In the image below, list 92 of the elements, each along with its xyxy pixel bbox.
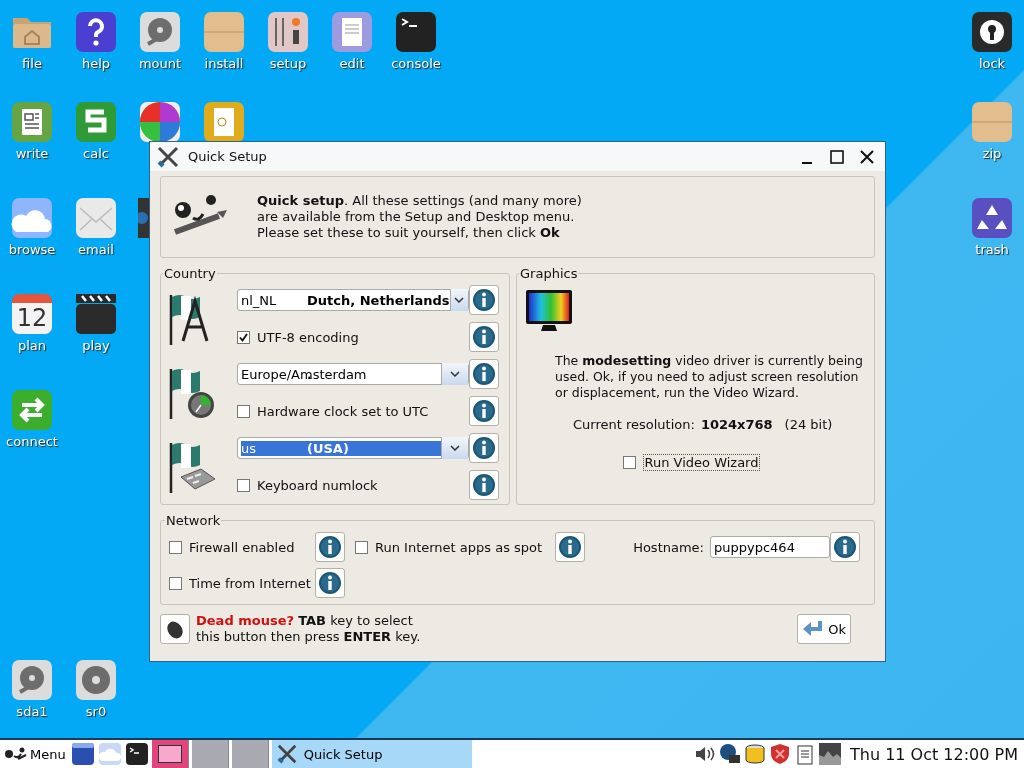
desktop-icon-label[interactable]: file — [22, 56, 42, 71]
window-icon[interactable] — [70, 742, 95, 766]
cloud-icon[interactable] — [10, 196, 54, 240]
desktop-icon-label[interactable]: sda1 — [16, 704, 48, 719]
checkbox[interactable] — [622, 456, 636, 469]
checkbox-label[interactable]: Time from Internet — [189, 575, 311, 591]
info-button[interactable] — [555, 532, 585, 562]
desktop-icon-label[interactable]: mount — [138, 56, 182, 71]
checkbox-label[interactable]: Firewall enabled — [189, 539, 295, 555]
checkbox-label[interactable]: UTF-8 encoding — [257, 329, 359, 345]
dead-mouse-hint: Dead mouse? TAB key to select this button then press ENTER key. — [196, 613, 422, 645]
info-button[interactable] — [830, 532, 860, 562]
resolution-value: 1024x768 — [700, 417, 773, 432]
clock: Thu 11 Oct 12:00 PM — [849, 744, 1019, 764]
desktop-icon-label[interactable]: email — [78, 242, 114, 257]
task-button[interactable]: Quick Setup — [271, 740, 472, 768]
checkbox-label[interactable]: Hardware clock set to UTC — [257, 403, 429, 419]
info-button[interactable] — [315, 532, 345, 562]
desktop-icon-label[interactable]: play — [82, 338, 110, 353]
info-button[interactable] — [469, 359, 499, 389]
checkbox-label[interactable]: Run Internet apps as spot — [375, 539, 543, 555]
clapperboard-icon[interactable] — [74, 292, 118, 336]
info-button[interactable] — [469, 322, 499, 352]
minimize-icon — [802, 161, 812, 164]
cpu-graph-icon[interactable] — [819, 743, 841, 765]
desktop-icon-label[interactable]: connect — [6, 434, 58, 449]
arrows-icon[interactable] — [10, 388, 54, 432]
menu-button[interactable]: Menu — [2, 746, 68, 762]
color-wheel-icon[interactable] — [138, 100, 182, 144]
puppy-logo — [4, 746, 28, 762]
clipboard-icon[interactable] — [794, 743, 816, 765]
checkbox[interactable] — [169, 576, 182, 590]
driver-description: The modesetting video driver is currently being used. Ok, if you need to adjust screen resolution or displacement, run the Video Wizard. — [555, 353, 864, 401]
shield-icon[interactable] — [769, 743, 791, 765]
desktop-icon-label[interactable]: edit — [339, 56, 365, 71]
resolution-label: Current resolution: — [573, 417, 695, 432]
checkbox-label[interactable]: Run Video Wizard — [642, 454, 761, 471]
checkbox-label[interactable]: Keyboard numlock — [257, 477, 378, 493]
terminal-icon[interactable] — [124, 742, 149, 766]
drawing-app-icon[interactable] — [202, 100, 246, 144]
help-icon[interactable] — [74, 10, 118, 54]
checkbox[interactable] — [169, 540, 182, 554]
monitor-icon — [525, 289, 573, 333]
info-button[interactable] — [469, 433, 499, 463]
dropdown[interactable]: Europe/Amsterdam . — [237, 363, 469, 385]
desktop-icon-label[interactable]: plan — [17, 338, 47, 353]
checkbox[interactable] — [237, 478, 250, 492]
group-title: Network — [165, 513, 222, 528]
drive-icon[interactable] — [744, 743, 766, 765]
desktop-icon-label[interactable]: browse — [8, 242, 56, 257]
info-button[interactable] — [469, 470, 499, 500]
color-depth: (24 bit) — [784, 417, 833, 432]
chevron-down-icon — [450, 371, 460, 377]
window-title: Quick Setup — [188, 149, 268, 164]
workspace-button[interactable] — [151, 740, 189, 768]
dropdown[interactable]: us (USA) — [237, 437, 469, 459]
desktop-icon-label[interactable]: help — [81, 56, 111, 71]
info-button[interactable] — [469, 396, 499, 426]
maximize-icon — [829, 148, 845, 165]
calendar-icon[interactable]: 12 — [12, 294, 52, 334]
spreadsheet-icon[interactable] — [74, 100, 118, 144]
intro-text: Quick setup. All these settings (and many more) are available from the Setup and Desktop menu. Please set these to suit yourself, then click Ok — [257, 193, 582, 241]
lock-icon[interactable] — [970, 10, 1014, 54]
ok-button[interactable]: Ok — [797, 614, 851, 644]
group-title: Country — [163, 266, 217, 281]
info-button[interactable] — [469, 285, 499, 315]
desktop-icon-label[interactable]: sr0 — [85, 704, 107, 719]
terminal-icon[interactable] — [394, 10, 438, 54]
close-icon — [859, 148, 875, 165]
group-title: Graphics — [519, 266, 579, 281]
desktop-icon-label[interactable]: trash — [975, 242, 1009, 257]
chevron-down-icon — [450, 445, 460, 451]
desktop-icon-label[interactable]: lock — [978, 56, 1006, 71]
desktop-icon-label[interactable]: write — [15, 146, 49, 161]
hostname-field[interactable]: puppypc464 — [710, 536, 830, 558]
desktop-icon-label[interactable]: install — [204, 56, 244, 71]
info-button[interactable] — [315, 568, 345, 598]
checkbox[interactable] — [355, 540, 368, 554]
checkbox[interactable] — [237, 330, 250, 344]
checkbox[interactable] — [237, 404, 250, 418]
desktop-icon-label[interactable]: setup — [269, 56, 307, 71]
hostname-label: Hostname: — [633, 539, 704, 555]
mixer-icon[interactable] — [266, 10, 310, 54]
network-icon[interactable] — [719, 743, 741, 765]
desktop-icon-label[interactable]: calc — [83, 146, 109, 161]
chevron-down-icon — [454, 297, 465, 303]
writer-icon[interactable] — [10, 100, 54, 144]
dropdown[interactable]: nl_NL Dutch, Netherlands — [237, 289, 469, 311]
mouse-button[interactable] — [160, 614, 190, 644]
desktop-icon-label[interactable]: zip — [982, 146, 1002, 161]
desktop-icon-label[interactable]: console — [391, 56, 441, 71]
document-icon[interactable] — [330, 10, 374, 54]
